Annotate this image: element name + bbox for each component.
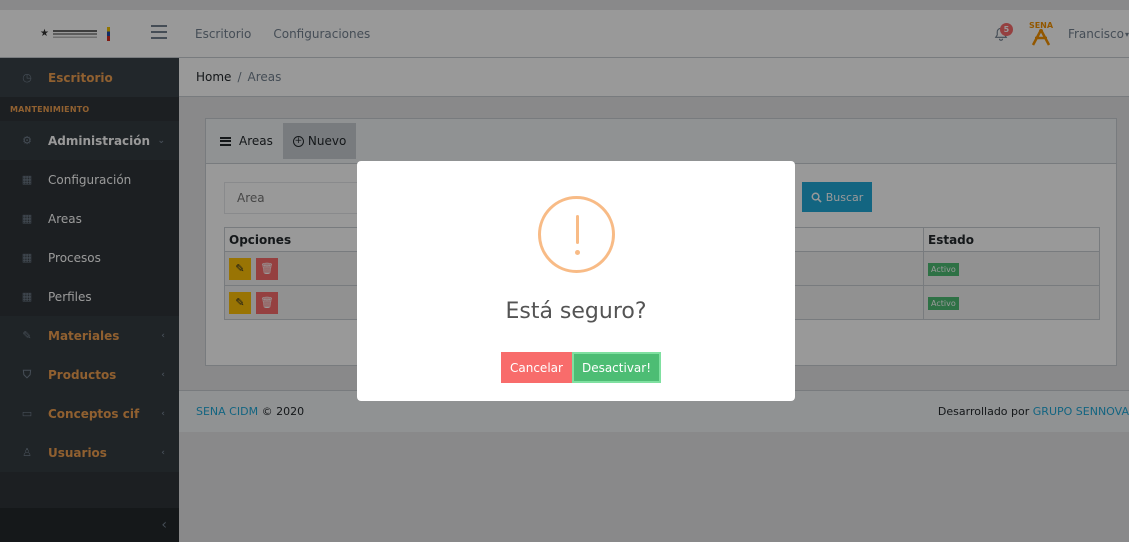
dialog-actions: Cancelar Desactivar! xyxy=(501,352,662,383)
confirm-dialog: Está seguro? Cancelar Desactivar! xyxy=(357,161,795,401)
cancel-button[interactable]: Cancelar xyxy=(501,352,572,383)
dialog-title: Está seguro? xyxy=(505,299,647,324)
warning-icon xyxy=(538,196,615,273)
deactivate-button[interactable]: Desactivar! xyxy=(571,352,662,383)
